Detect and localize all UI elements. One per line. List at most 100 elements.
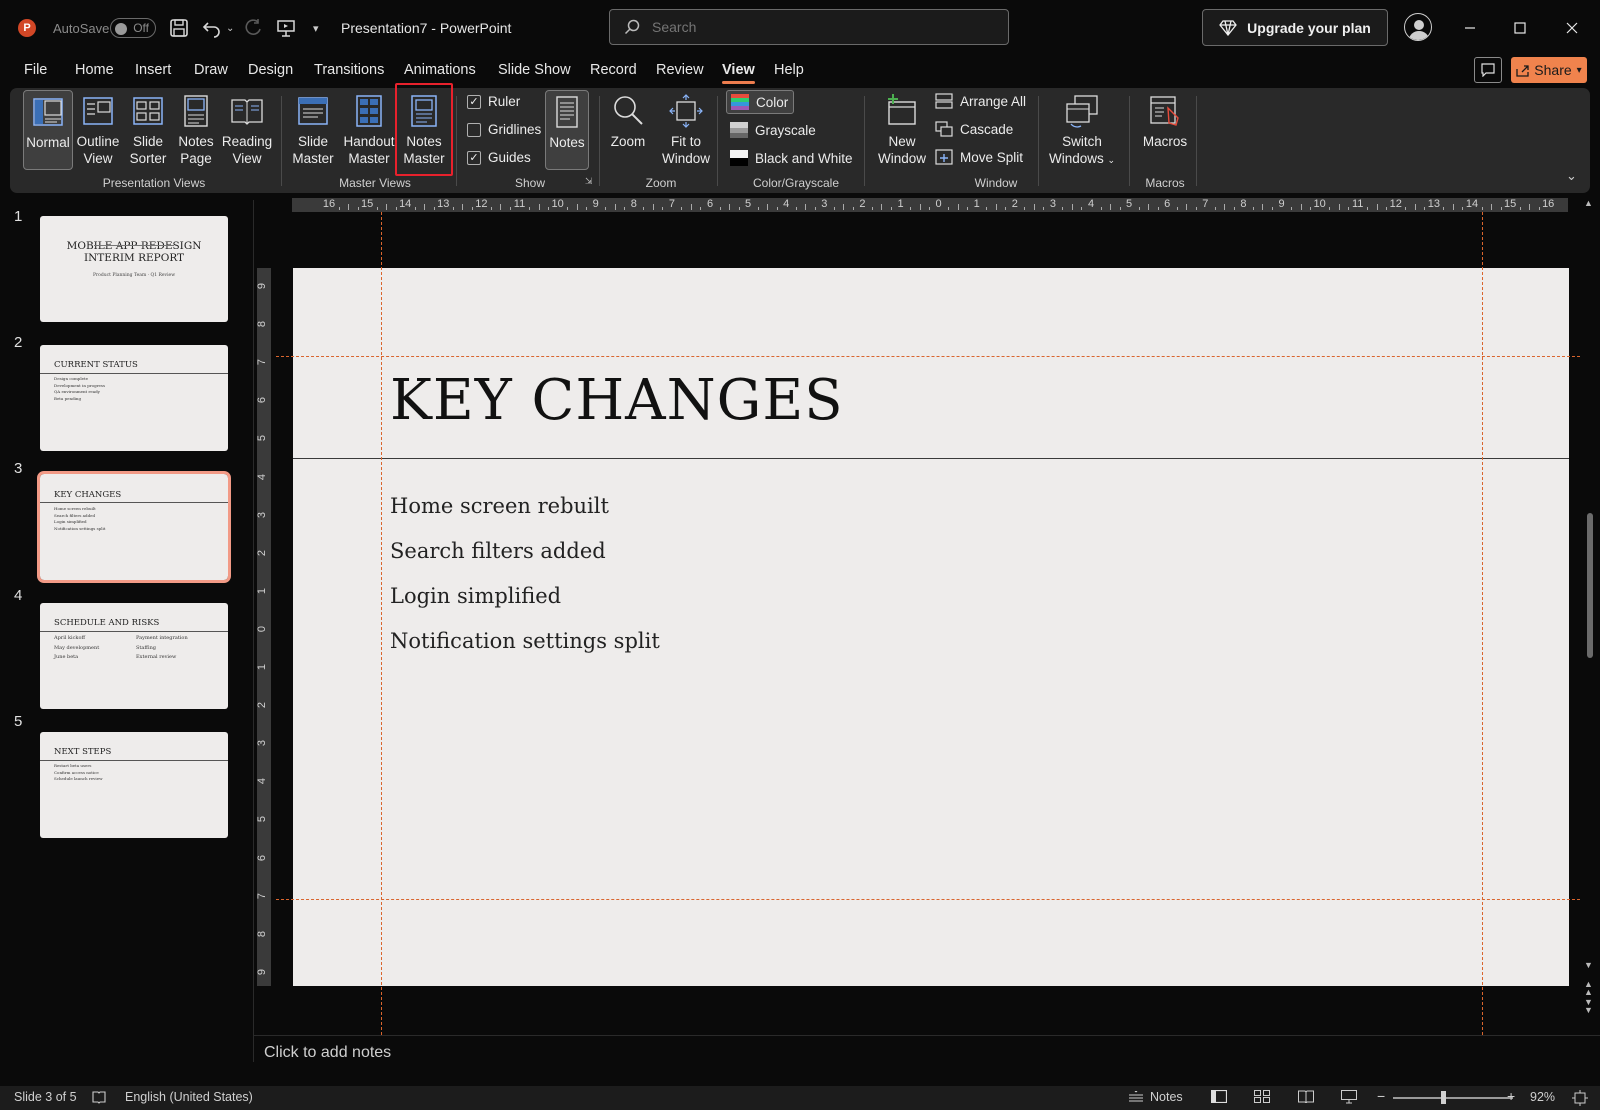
scroll-down-icon[interactable]: ▼ [1584,960,1593,970]
cascade-button[interactable]: Cascade [935,121,1013,137]
tab-file[interactable]: File [24,62,47,78]
slide-show-status-icon[interactable] [1341,1090,1357,1104]
ruler-checkbox[interactable]: ✓ Ruler [467,94,520,109]
color-button[interactable]: Color [726,90,794,114]
vertical-guide[interactable] [1482,212,1483,1035]
accessibility-icon[interactable] [92,1090,106,1104]
switch-windows-button[interactable]: Switch Windows ⌄ [1046,94,1118,169]
undo-dropdown-icon[interactable]: ⌄ [226,0,234,56]
comments-button[interactable] [1474,57,1502,83]
notes-button[interactable]: Notes [545,90,589,170]
reading-view-status-icon[interactable] [1298,1090,1314,1103]
tab-view[interactable]: View [722,62,755,84]
zoom-level[interactable]: 92% [1530,1090,1555,1104]
close-icon[interactable] [1549,0,1595,56]
ruler-tick [795,207,797,210]
slide-thumbnail-4[interactable]: SCHEDULE AND RISKS April kickoff May dev… [40,603,228,709]
slide-number: 1 [14,208,23,225]
tab-home[interactable]: Home [75,62,114,78]
zoom-button[interactable]: Zoom [608,94,648,150]
new-window-button[interactable]: New Window [876,94,928,167]
vertical-guide[interactable] [381,212,382,1035]
autosave-toggle[interactable]: Off [110,18,156,38]
notes-page-button[interactable]: Notes Page [176,94,216,167]
ruler-tick [700,207,702,210]
tab-transitions[interactable]: Transitions [314,62,384,78]
tab-record[interactable]: Record [590,62,637,78]
tab-review[interactable]: Review [656,62,704,78]
next-slide-icon[interactable]: ▼ ▼ [1584,998,1593,1015]
slide-thumbnail-1[interactable]: MOBILE APP REDESIGN INTERIM REPORT Produ… [40,216,228,322]
zoom-out-icon[interactable]: − [1377,1088,1385,1104]
ruler-tick [1100,207,1102,210]
slide-thumbnail-3[interactable]: KEY CHANGES Home screen rebuilt Search f… [37,471,231,583]
handout-master-button[interactable]: Handout Master [341,94,397,167]
outline-view-button[interactable]: Outline View [76,94,120,167]
show-dialog-launcher-icon[interactable]: ⇲ [585,176,593,187]
slide-title[interactable]: KEY CHANGES [390,368,844,433]
ruler-tick-label: 10 [551,198,564,210]
zoom-magnifier-icon [614,96,643,125]
zoom-slider-thumb[interactable] [1441,1091,1446,1104]
zoom-slider[interactable] [1393,1091,1513,1104]
ruler-tick [1452,204,1454,210]
fit-to-window-button[interactable]: Fit to Window [658,94,714,167]
scroll-up-icon[interactable]: ▲ [1584,198,1593,208]
language-indicator[interactable]: English (United States) [125,1090,253,1104]
save-icon[interactable] [169,0,189,56]
reading-view-button[interactable]: Reading View [220,94,274,167]
tab-animations[interactable]: Animations [404,62,476,78]
undo-icon[interactable] [202,0,222,56]
thumbnail-line: June beta [54,654,79,660]
slide-sorter-status-icon[interactable] [1254,1090,1270,1103]
black-and-white-button[interactable]: Black and White [730,150,853,166]
zoom-in-icon[interactable]: + [1507,1088,1515,1104]
tab-slide-show[interactable]: Slide Show [498,62,571,78]
share-button[interactable]: Share ▾ [1511,57,1587,83]
fit-slide-icon[interactable] [1572,1090,1588,1106]
ruler-tick [929,207,931,210]
gridlines-checkbox[interactable]: Gridlines [467,122,541,137]
account-avatar-icon[interactable] [1404,13,1432,41]
upgrade-plan-button[interactable]: Upgrade your plan [1202,9,1388,46]
normal-view-status-icon[interactable] [1211,1090,1227,1103]
normal-view-button[interactable]: Normal [23,90,73,170]
tab-help[interactable]: Help [774,62,804,78]
minimize-icon[interactable] [1447,0,1493,56]
grayscale-button[interactable]: Grayscale [730,122,816,138]
notes-pane[interactable]: Click to add notes [254,1035,1600,1063]
notes-toggle-button[interactable]: Notes [1128,1090,1183,1104]
slide-bullet[interactable]: Search filters added [390,539,606,563]
slide-canvas[interactable]: KEY CHANGES Home screen rebuilt Search f… [293,268,1569,986]
move-split-button[interactable]: Move Split [935,149,1023,165]
tab-draw[interactable]: Draw [194,62,228,78]
arrange-all-button[interactable]: Arrange All [935,93,1026,109]
collapse-ribbon-icon[interactable]: ⌄ [1566,168,1577,184]
tab-design[interactable]: Design [248,62,293,78]
macros-button[interactable]: Macros [1137,94,1193,150]
slide-thumbnail-2[interactable]: CURRENT STATUS Design complete Developme… [40,345,228,451]
search-box[interactable] [609,9,1009,45]
horizontal-guide[interactable] [276,899,1580,900]
horizontal-guide[interactable] [276,356,1580,357]
vertical-scrollbar[interactable]: ▲ ▼ ▲ ▲ ▼ ▼ [1584,198,1596,1018]
pane-divider[interactable] [253,200,254,1062]
slide-bullet[interactable]: Home screen rebuilt [390,494,609,518]
slide-thumbnail-5[interactable]: NEXT STEPS Restart beta users Confirm ac… [40,732,228,838]
tab-insert[interactable]: Insert [135,62,171,78]
previous-slide-icon[interactable]: ▲ ▲ [1584,980,1593,997]
ruler-tick-label: 3 [821,198,828,210]
present-from-start-icon[interactable] [276,0,296,56]
ruler-tick [643,207,645,210]
redo-icon[interactable] [243,0,263,56]
maximize-icon[interactable] [1497,0,1543,56]
search-input[interactable] [652,19,952,35]
notes-master-button[interactable]: Notes Master [395,83,453,176]
slide-bullet[interactable]: Login simplified [390,584,561,608]
slide-bullet[interactable]: Notification settings split [390,629,660,653]
customize-toolbar-icon[interactable]: ▾ [313,0,319,56]
scrollbar-thumb[interactable] [1587,513,1593,658]
slide-sorter-button[interactable]: Slide Sorter [128,94,168,167]
slide-master-button[interactable]: Slide Master [290,94,336,167]
guides-checkbox[interactable]: ✓ Guides [467,150,531,165]
